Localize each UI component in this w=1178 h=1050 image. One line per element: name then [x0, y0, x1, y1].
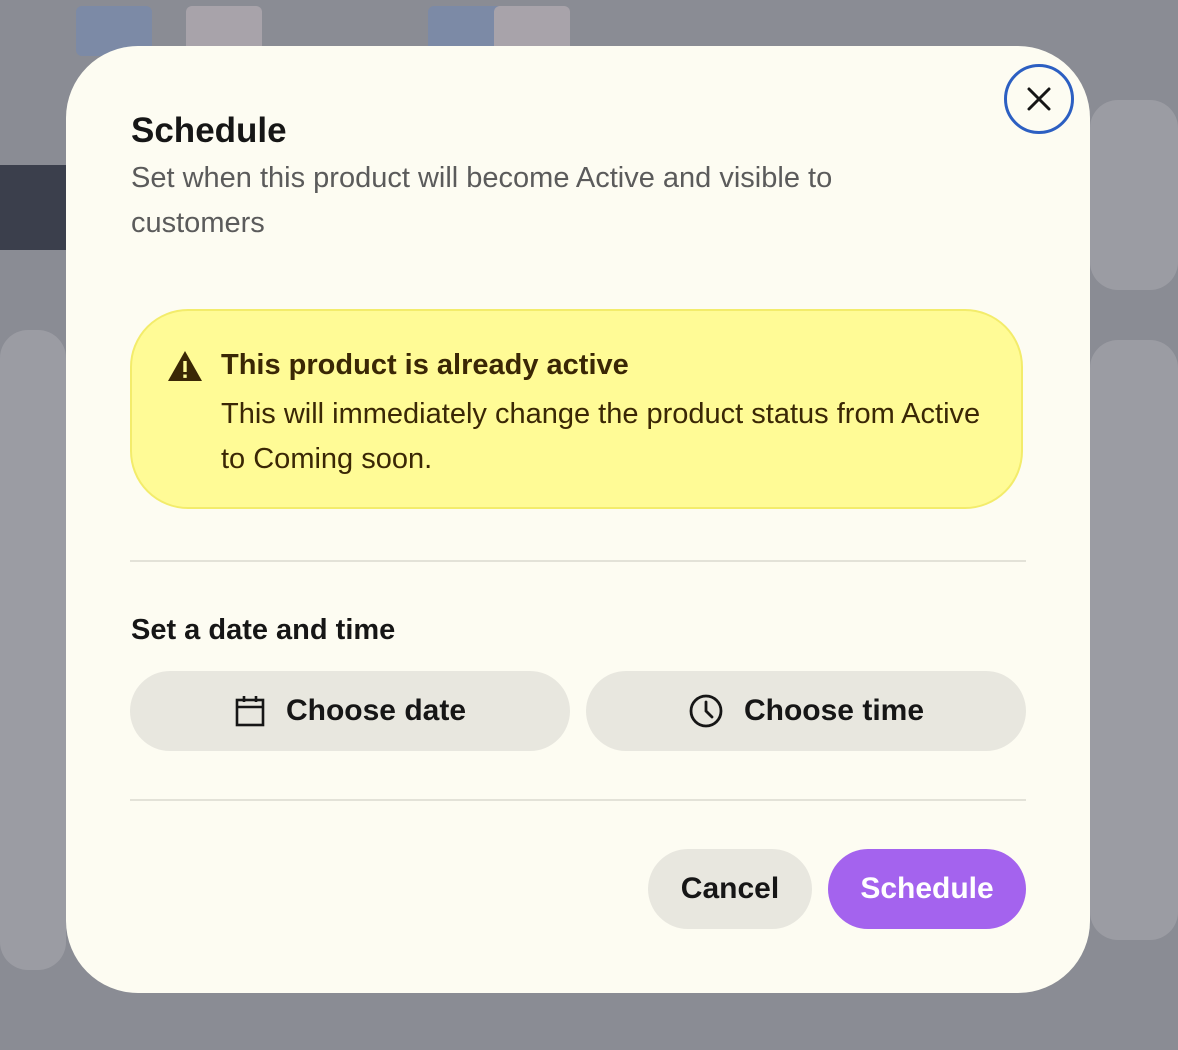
alert-title: This product is already active: [221, 349, 629, 381]
background-image: [0, 165, 70, 250]
choose-time-label: Choose time: [743, 694, 925, 727]
close-icon: [1027, 87, 1051, 111]
background-panel: [1090, 340, 1178, 940]
dialog-subtitle: Set when this product will become Active…: [131, 162, 833, 239]
calendar-icon: [235, 696, 265, 727]
datetime-heading: Set a date and time: [131, 614, 396, 646]
background-panel: [1090, 100, 1178, 290]
divider: [130, 560, 1026, 562]
close-button[interactable]: [1004, 64, 1074, 134]
choose-time-button[interactable]: Choose time: [586, 671, 1026, 751]
alert-message: This will immediately change the product…: [221, 398, 981, 475]
choose-date-button[interactable]: Choose date: [130, 671, 570, 751]
warning-alert: This product is already active This will…: [130, 309, 1023, 509]
choose-date-label: Choose date: [285, 694, 467, 727]
cancel-button[interactable]: Cancel: [648, 849, 812, 929]
clock-icon: [689, 694, 723, 728]
dialog-title: Schedule: [131, 111, 287, 150]
schedule-button[interactable]: Schedule: [828, 849, 1026, 929]
warning-icon: [168, 351, 202, 381]
divider: [130, 799, 1026, 801]
background-panel: [0, 330, 66, 970]
